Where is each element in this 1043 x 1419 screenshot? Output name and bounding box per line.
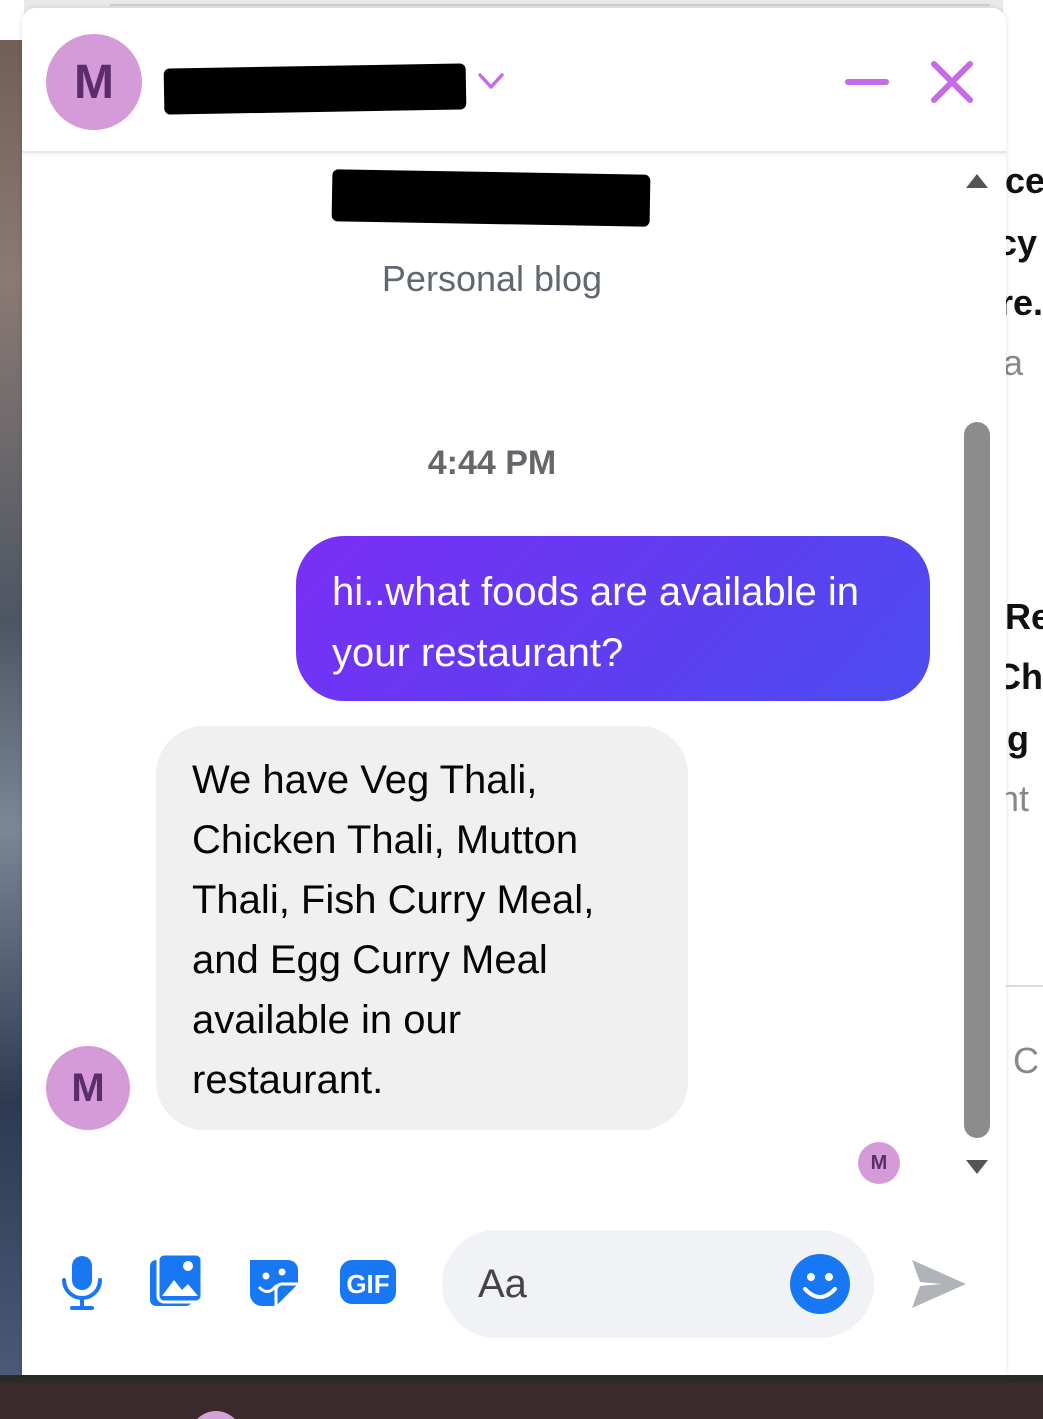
chevron-down-icon[interactable]	[474, 64, 508, 98]
photo-icon[interactable]	[146, 1250, 206, 1314]
background-page-left	[0, 0, 24, 1380]
incoming-message-bubble[interactable]: We have Veg Thali, Chicken Thali, Mutton…	[156, 726, 688, 1130]
seen-indicator-avatar: M	[858, 1142, 900, 1184]
outgoing-message-bubble[interactable]: hi..what foods are available in your res…	[296, 536, 930, 701]
bg-fragment: ig	[1003, 718, 1029, 759]
gif-label: GIF	[346, 1269, 389, 1299]
bg-fragment: re.	[1003, 282, 1043, 323]
bg-fragment: cy	[1003, 222, 1038, 263]
sender-avatar[interactable]: M	[46, 1046, 130, 1130]
message-input[interactable]	[478, 1256, 778, 1312]
bg-fragment: C	[1013, 1040, 1039, 1081]
chat-window: M Personal blog 4:44 PM hi..what foods a…	[22, 8, 1006, 1375]
chat-header: M	[22, 8, 1006, 153]
background-avatar	[190, 1411, 242, 1419]
bg-fragment: la	[1003, 342, 1024, 383]
close-icon[interactable]	[924, 54, 980, 110]
scrollbar-thumb[interactable]	[964, 422, 990, 1138]
scroll-down-arrow-icon[interactable]	[966, 1160, 988, 1174]
minimize-button[interactable]	[842, 60, 892, 104]
background-taskbar	[0, 1375, 1043, 1419]
redacted-profile-name	[331, 169, 651, 227]
message-composer: GIF	[22, 1208, 1006, 1375]
emoji-icon[interactable]	[788, 1252, 852, 1316]
contact-avatar[interactable]: M	[46, 34, 142, 130]
sticker-icon[interactable]	[244, 1250, 304, 1314]
background-page-top-left	[0, 0, 24, 40]
profile-subtitle: Personal blog	[381, 258, 603, 299]
scroll-up-arrow-icon[interactable]	[966, 174, 988, 188]
message-input-container[interactable]	[442, 1230, 874, 1338]
message-timestamp: 4:44 PM	[427, 444, 557, 482]
bg-fragment: ce	[1005, 160, 1043, 201]
redacted-contact-name[interactable]	[163, 63, 467, 115]
bg-fragment: Re	[1005, 596, 1043, 637]
gif-button[interactable]: GIF	[338, 1250, 398, 1314]
send-icon[interactable]	[908, 1254, 970, 1314]
bg-fragment: Ch	[1003, 656, 1043, 697]
bg-divider	[1003, 985, 1043, 987]
minimize-icon	[845, 79, 889, 85]
gif-icon: GIF	[340, 1260, 396, 1304]
background-divider	[110, 4, 990, 6]
background-page-right: ce cy re. la Re Ch ig nt C	[1003, 0, 1043, 1375]
bg-fragment: nt	[1003, 778, 1030, 819]
microphone-icon[interactable]	[52, 1250, 112, 1314]
